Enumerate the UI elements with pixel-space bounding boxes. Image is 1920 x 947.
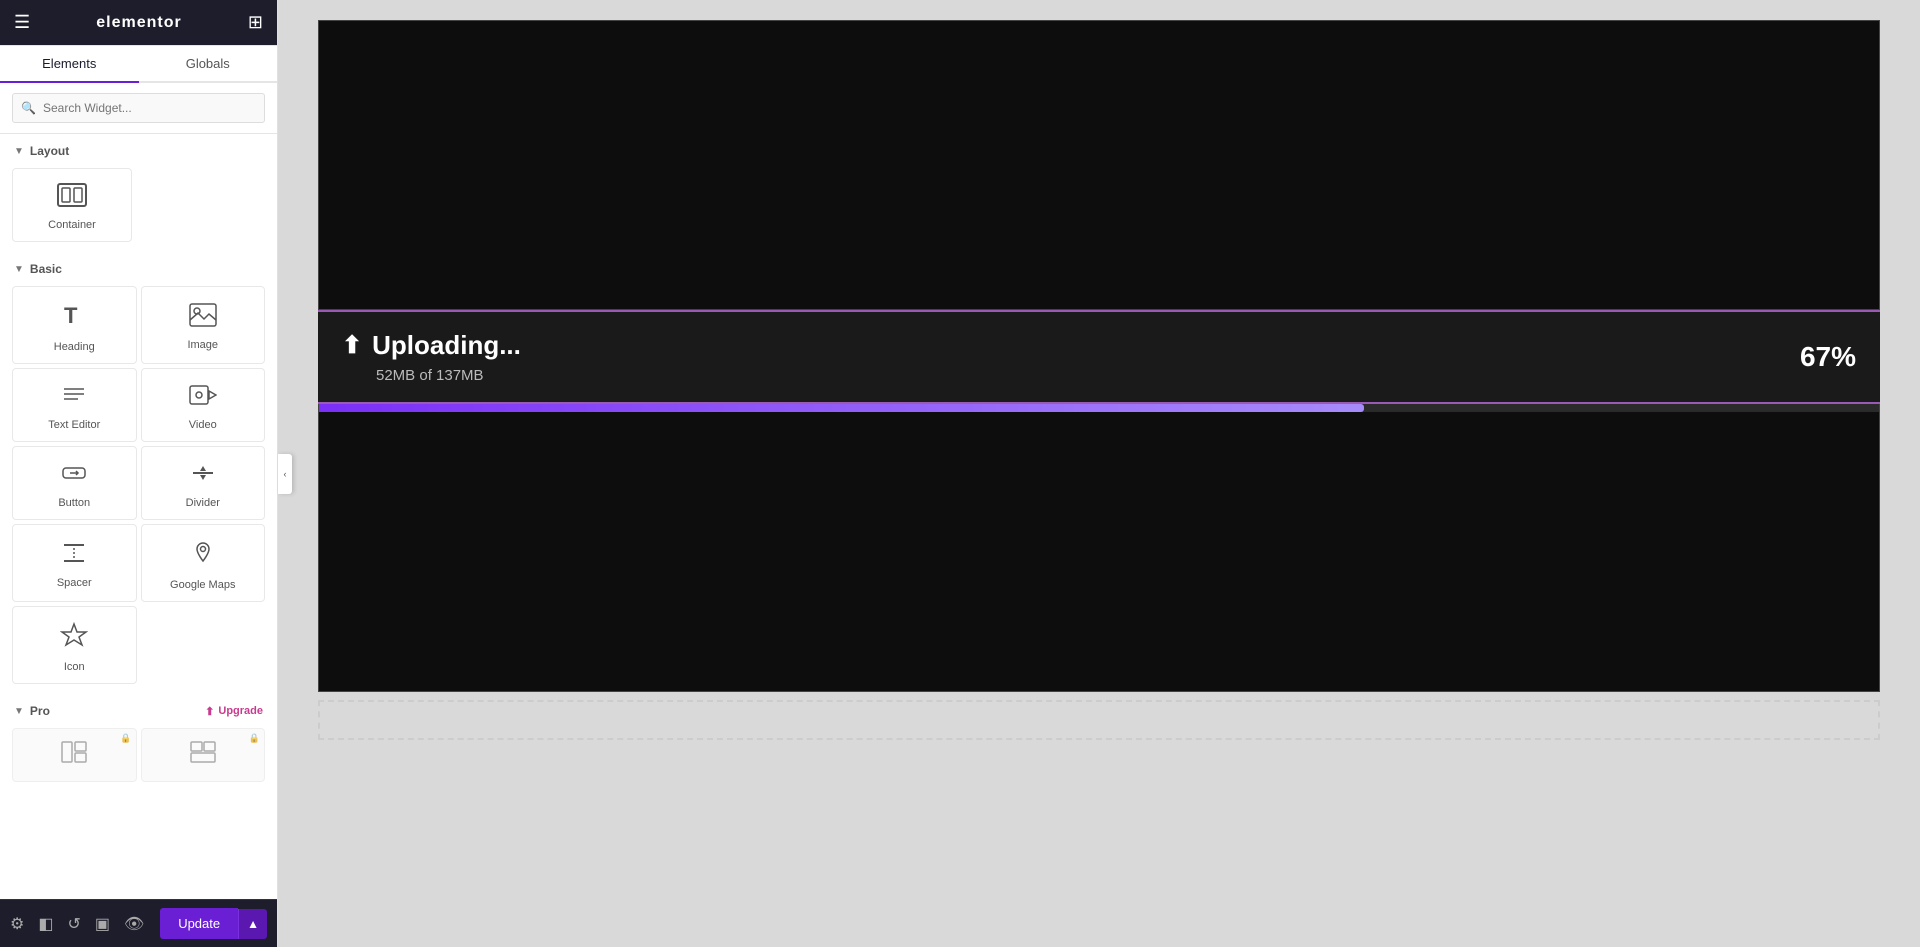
upload-subtitle: 52MB of 137MB (376, 367, 521, 384)
widget-button[interactable]: Button (12, 446, 137, 520)
pro-widget-1-icon (61, 741, 87, 769)
image-label: Image (187, 339, 218, 351)
search-input[interactable] (12, 93, 265, 123)
layout-widget-grid: Container (0, 164, 277, 252)
widget-container[interactable]: Container (12, 168, 132, 242)
pro-widget-2-icon (190, 741, 216, 769)
widget-google-maps[interactable]: Google Maps (141, 524, 266, 602)
progress-bar-fill (319, 404, 1364, 412)
upload-title: ⬆ Uploading... (342, 330, 521, 361)
progress-bar-bg (319, 404, 1879, 412)
tab-globals[interactable]: Globals (139, 46, 278, 81)
video-label: Video (189, 419, 217, 431)
heading-icon: T (60, 301, 88, 335)
upload-overlay: ⬆ Uploading... 52MB of 137MB 67% (318, 310, 1880, 404)
widget-video[interactable]: Video (141, 368, 266, 442)
upload-percent: 67% (1800, 341, 1856, 373)
search-icon: 🔍 (21, 101, 36, 115)
layout-section-header[interactable]: ▼ Layout (0, 134, 277, 164)
basic-section-label: Basic (30, 262, 62, 276)
lock-icon-1: 🔒 (120, 733, 131, 744)
canvas-area: ⬆ Uploading... 52MB of 137MB 67% (278, 0, 1920, 947)
widget-text-editor[interactable]: Text Editor (12, 368, 137, 442)
update-btn-container: Update ▲ (160, 908, 267, 939)
update-button[interactable]: Update (160, 908, 238, 939)
widget-image[interactable]: Image (141, 286, 266, 364)
upgrade-button[interactable]: ⬆ Upgrade (205, 705, 263, 718)
basic-widget-grid: T Heading Image (0, 282, 277, 694)
upgrade-label: Upgrade (218, 705, 263, 717)
icon-widget-icon (60, 621, 88, 655)
svg-text:T: T (64, 303, 78, 328)
tool-icons: ⚙ ◧ ↺ ▣ 👁 (10, 914, 144, 934)
upload-icon: ⬆ (342, 331, 362, 360)
settings-icon[interactable]: ⚙ (10, 914, 24, 934)
spacer-label: Spacer (57, 577, 92, 589)
divider-icon (189, 461, 217, 491)
spacer-icon (60, 541, 88, 571)
sidebar-tabs: Elements Globals (0, 46, 277, 83)
basic-section-header[interactable]: ▼ Basic (0, 252, 277, 282)
search-container: 🔍 (0, 83, 277, 134)
pro-widget-2: 🔒 (141, 728, 266, 782)
collapse-icon: ‹ (284, 469, 287, 479)
container-icon (57, 183, 87, 213)
layers-icon[interactable]: ◧ (38, 914, 53, 934)
tab-elements[interactable]: Elements (0, 46, 139, 83)
elementor-logo: elementor (96, 14, 181, 32)
pro-widget-grid: 🔒 🔒 (0, 724, 277, 792)
button-label: Button (58, 497, 90, 509)
google-maps-icon (189, 539, 217, 573)
pro-arrow-icon: ▼ (14, 706, 24, 717)
pro-section-label: Pro (30, 704, 50, 718)
dashed-placeholder (318, 700, 1880, 740)
button-icon (60, 461, 88, 491)
widget-divider[interactable]: Divider (141, 446, 266, 520)
update-arrow-button[interactable]: ▲ (238, 909, 267, 939)
widget-heading[interactable]: T Heading (12, 286, 137, 364)
layout-section-label: Layout (30, 144, 69, 158)
container-label: Container (48, 219, 96, 231)
lock-icon-2: 🔒 (249, 733, 260, 744)
widget-spacer[interactable]: Spacer (12, 524, 137, 602)
bottom-toolbar: ⚙ ◧ ↺ ▣ 👁 Update ▲ (0, 899, 277, 947)
upload-title-text: Uploading... (372, 330, 521, 361)
divider-label: Divider (186, 497, 220, 509)
image-icon (189, 303, 217, 333)
heading-label: Heading (54, 341, 95, 353)
sidebar: ☰ elementor ⊞ Elements Globals 🔍 ▼ Layou… (0, 0, 278, 947)
widget-icon[interactable]: Icon (12, 606, 137, 684)
text-editor-icon (60, 383, 88, 413)
basic-arrow-icon: ▼ (14, 264, 24, 275)
upload-info: ⬆ Uploading... 52MB of 137MB (342, 330, 521, 384)
upgrade-icon: ⬆ (205, 705, 214, 718)
pro-section-header: ▼ Pro ⬆ Upgrade (0, 694, 277, 724)
history-icon[interactable]: ↺ (67, 914, 80, 934)
layout-arrow-icon: ▼ (14, 146, 24, 157)
canvas-black-bottom (318, 412, 1880, 692)
icon-label: Icon (64, 661, 85, 673)
video-icon (189, 383, 217, 413)
sidebar-header: ☰ elementor ⊞ (0, 0, 277, 46)
collapse-handle[interactable]: ‹ (278, 454, 292, 494)
pro-widget-1: 🔒 (12, 728, 137, 782)
canvas-black-top (318, 20, 1880, 310)
hamburger-icon[interactable]: ☰ (14, 12, 30, 33)
progress-bar-container (318, 404, 1880, 412)
eye-icon[interactable]: 👁 (124, 914, 144, 934)
grid-icon[interactable]: ⊞ (248, 12, 263, 33)
google-maps-label: Google Maps (170, 579, 235, 591)
responsive-icon[interactable]: ▣ (95, 914, 110, 934)
text-editor-label: Text Editor (48, 419, 100, 431)
